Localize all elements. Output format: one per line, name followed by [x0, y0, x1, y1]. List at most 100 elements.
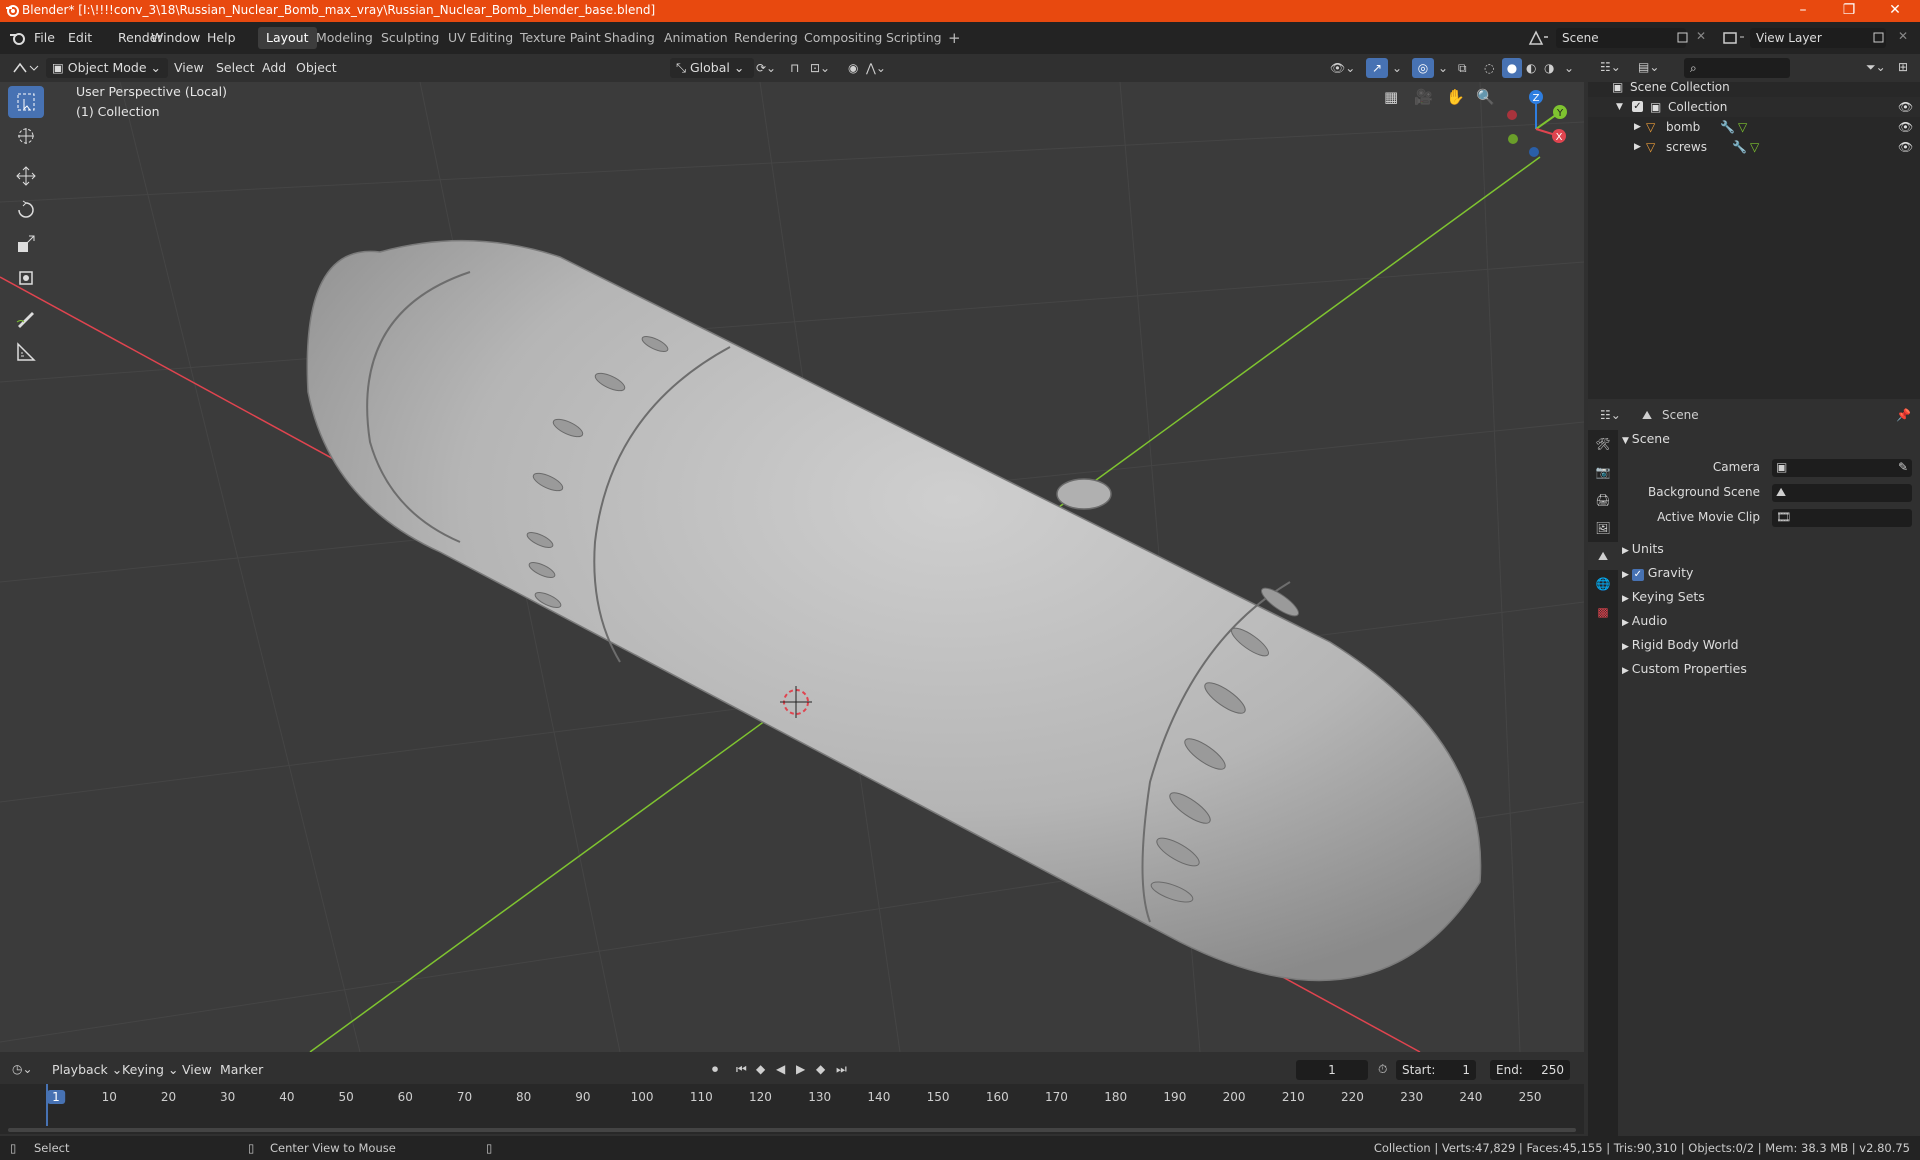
shading-dropdown-icon[interactable]: ⌄: [1564, 61, 1574, 75]
annotate-tool[interactable]: [8, 302, 44, 334]
outliner-row-scene-collection[interactable]: ▣ Scene Collection: [1588, 77, 1920, 97]
modifier-wrench-icon[interactable]: 🔧: [1732, 137, 1747, 157]
tab-scripting[interactable]: Scripting: [878, 27, 950, 49]
mesh-data-icon[interactable]: ▽: [1750, 137, 1759, 157]
custom-properties-panel-header[interactable]: ▶ Custom Properties: [1622, 658, 1916, 680]
overlay-toggle-icon[interactable]: ◎: [1412, 58, 1434, 78]
tab-texture-paint[interactable]: Texture Paint: [512, 27, 609, 49]
cursor-tool[interactable]: [8, 120, 44, 152]
rotate-tool[interactable]: [8, 194, 44, 226]
gizmo-neg-y[interactable]: [1508, 134, 1518, 144]
filter-icon[interactable]: ⏷⌄: [1866, 60, 1886, 75]
keying-sets-panel-header[interactable]: ▶ Keying Sets: [1622, 586, 1916, 608]
tab-compositing[interactable]: Compositing: [796, 27, 890, 49]
tab-rendering[interactable]: Rendering: [726, 27, 806, 49]
rendered-shading-icon[interactable]: ◑: [1544, 61, 1554, 75]
next-keyframe-icon[interactable]: ◆: [816, 1062, 825, 1076]
camera-icon[interactable]: 🎥: [1414, 88, 1433, 106]
copy-scene-icon[interactable]: [1676, 31, 1690, 45]
viewport-scene[interactable]: [0, 82, 1584, 1052]
viewport-menu-select[interactable]: Select: [210, 58, 261, 78]
gizmo-dropdown-icon[interactable]: ⌄: [1392, 61, 1402, 75]
menu-window[interactable]: Window: [151, 30, 200, 45]
blender-menu-icon[interactable]: [8, 30, 26, 46]
transform-tool[interactable]: [8, 262, 44, 294]
copy-view-layer-icon[interactable]: [1872, 31, 1886, 45]
transform-orientation-dropdown[interactable]: ⤡ Global ⌄: [670, 58, 754, 78]
add-workspace-button[interactable]: +: [940, 27, 969, 49]
wireframe-shading-icon[interactable]: ◌: [1484, 61, 1494, 75]
select-box-tool[interactable]: [8, 86, 44, 118]
3d-viewport[interactable]: Z Y X ▦ 🎥 ✋ 🔍 User Perspective (Local) (…: [0, 82, 1584, 1052]
pivot-point-icon[interactable]: ⟳⌄: [756, 61, 776, 75]
object-mode-dropdown[interactable]: ▣ Object Mode ⌄: [46, 58, 168, 78]
remove-view-layer-icon[interactable]: ✕: [1898, 29, 1908, 43]
stopwatch-icon[interactable]: ⏱: [1378, 1062, 1387, 1077]
audio-panel-header[interactable]: ▶ Audio: [1622, 610, 1916, 632]
new-collection-icon[interactable]: ⊞: [1898, 60, 1908, 74]
gizmo-neg-z[interactable]: [1529, 147, 1539, 157]
editor-type-icon[interactable]: [12, 60, 40, 76]
viewport-menu-object[interactable]: Object: [290, 58, 343, 78]
remove-scene-icon[interactable]: ✕: [1696, 29, 1706, 43]
outliner-row-screws[interactable]: ▶ ▽ screws 🔧 ▽ 👁: [1588, 137, 1920, 157]
navigation-gizmo[interactable]: Z Y X: [1490, 82, 1584, 172]
tab-sculpting[interactable]: Sculpting: [373, 27, 447, 49]
tab-scene[interactable]: ⛰: [1588, 542, 1618, 570]
bomb-mesh[interactable]: [306, 239, 1482, 982]
jump-start-icon[interactable]: ⏮: [736, 1062, 747, 1077]
active-movie-clip-field[interactable]: 🎞: [1772, 509, 1912, 527]
camera-field[interactable]: ▣ ✎: [1772, 459, 1912, 477]
tab-output[interactable]: 🖨: [1588, 486, 1618, 514]
timeline-editor-type-icon[interactable]: ◷⌄: [12, 1062, 33, 1076]
background-scene-field[interactable]: ⛰: [1772, 484, 1912, 502]
end-frame-field[interactable]: End: 250: [1490, 1060, 1570, 1080]
units-panel-header[interactable]: ▶ Units: [1622, 538, 1916, 560]
menu-help[interactable]: Help: [207, 30, 236, 45]
expand-arrow-icon[interactable]: ▶: [1634, 137, 1641, 157]
visibility-eye-icon[interactable]: 👁: [1898, 97, 1913, 117]
zoom-icon[interactable]: 🔍: [1476, 88, 1495, 106]
outliner-row-bomb[interactable]: ▶ ▽ bomb 🔧 ▽ 👁: [1588, 117, 1920, 137]
viewport-menu-add[interactable]: Add: [256, 58, 292, 78]
overlay-dropdown-icon[interactable]: ⌄: [1438, 61, 1448, 75]
tab-animation[interactable]: Animation: [656, 27, 736, 49]
outliner-row-collection[interactable]: ▼ ✓ ▣ Collection 👁: [1588, 97, 1920, 117]
tab-shading[interactable]: Shading: [596, 27, 663, 49]
display-mode-icon[interactable]: ▤⌄: [1638, 60, 1659, 74]
pan-hand-icon[interactable]: ✋: [1446, 88, 1465, 106]
material-shading-icon[interactable]: ◐: [1526, 61, 1536, 75]
visibility-eye-icon[interactable]: 👁: [1898, 137, 1913, 157]
expand-arrow-icon[interactable]: ▶: [1634, 117, 1641, 137]
gizmo-toggle-icon[interactable]: ↗: [1366, 58, 1388, 78]
snap-icon[interactable]: ⊓: [790, 61, 799, 75]
measure-tool[interactable]: [8, 336, 44, 368]
collection-checkbox[interactable]: ✓: [1632, 101, 1643, 112]
tab-uv-editing[interactable]: UV Editing: [440, 27, 521, 49]
menu-file[interactable]: File: [34, 30, 55, 45]
timeline-menu-view[interactable]: View: [176, 1060, 218, 1080]
timeline-scrollbar[interactable]: [8, 1128, 1576, 1132]
viewport-menu-view[interactable]: View: [168, 58, 210, 78]
scene-panel-header[interactable]: ▼ Scene: [1622, 428, 1916, 450]
visibility-icon[interactable]: 👁⌄: [1330, 61, 1355, 75]
record-icon[interactable]: ⏺: [712, 1062, 718, 1077]
proportional-edit-icon[interactable]: ◉: [848, 61, 858, 75]
start-frame-field[interactable]: Start: 1: [1396, 1060, 1476, 1080]
gizmo-neg-x[interactable]: [1507, 110, 1517, 120]
tab-render[interactable]: 📷: [1588, 458, 1618, 486]
jump-end-icon[interactable]: ⏭: [836, 1062, 847, 1077]
rigid-body-world-panel-header[interactable]: ▶ Rigid Body World: [1622, 634, 1916, 656]
tab-modeling[interactable]: Modeling: [308, 27, 381, 49]
tab-texture[interactable]: ▩: [1588, 598, 1618, 626]
pin-icon[interactable]: 📌: [1896, 408, 1911, 422]
tab-world[interactable]: 🌐: [1588, 570, 1618, 598]
menu-edit[interactable]: Edit: [68, 30, 92, 45]
outliner-search-input[interactable]: ⌕: [1684, 58, 1790, 78]
minimize-button[interactable]: –: [1780, 0, 1826, 22]
prev-keyframe-icon[interactable]: ◆: [756, 1062, 765, 1076]
maximize-button[interactable]: ❐: [1826, 0, 1872, 22]
current-frame-field[interactable]: 1: [1296, 1060, 1368, 1080]
view-layer-field[interactable]: View Layer: [1750, 28, 1886, 48]
play-icon[interactable]: ▶: [796, 1062, 805, 1076]
